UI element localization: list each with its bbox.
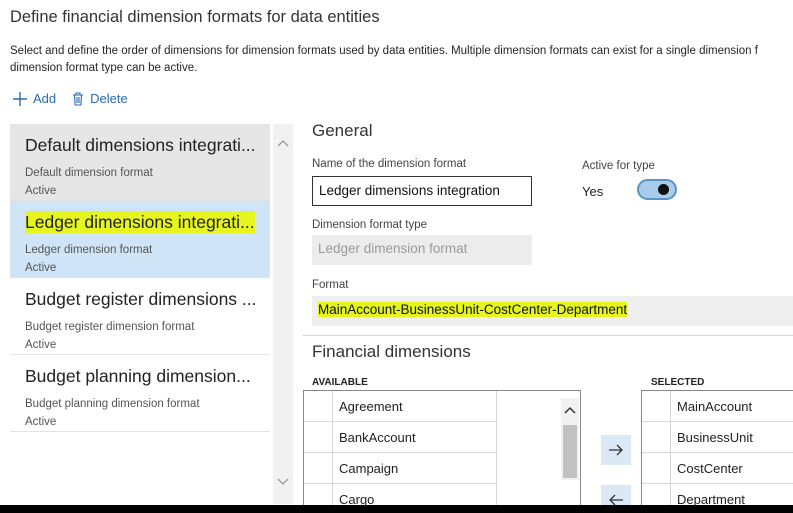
page-title: Define financial dimension formats for d… — [10, 8, 380, 26]
add-button[interactable]: Add — [13, 91, 56, 106]
list-item-type: Default dimension format — [25, 167, 153, 179]
list-item-budget-register[interactable]: Budget register dimensions ... Budget re… — [10, 278, 270, 355]
list-item-title: Budget planning dimension... — [25, 366, 251, 386]
format-type-label: Dimension format type — [312, 219, 428, 231]
list-scrollbar[interactable] — [273, 124, 293, 504]
table-row[interactable]: BankAccount — [304, 422, 497, 453]
page-description: Select and define the order of dimension… — [10, 43, 793, 77]
list-item-type: Budget register dimension format — [25, 321, 195, 333]
format-field: MainAccount-BusinessUnit-CostCenter-Depa… — [312, 296, 793, 326]
selected-item: BusinessUnit — [677, 429, 753, 445]
name-label: Name of the dimension format — [312, 158, 467, 170]
chevron-down-icon[interactable] — [277, 478, 289, 486]
available-item: BankAccount — [333, 422, 497, 452]
general-section-title: General — [312, 121, 373, 140]
row-selector[interactable] — [642, 391, 671, 421]
active-for-type-label: Active for type — [582, 160, 655, 172]
table-row[interactable]: Campaign — [304, 453, 497, 484]
section-divider — [302, 335, 793, 336]
list-item-title: Ledger dimensions integrati... — [25, 211, 255, 233]
add-icon — [13, 91, 27, 106]
table-row[interactable]: CostCenter — [642, 453, 793, 484]
arrow-right-icon — [609, 444, 623, 456]
name-field[interactable]: Ledger dimensions integration — [312, 176, 532, 206]
list-item-status: Active — [25, 339, 57, 351]
row-selector[interactable] — [304, 422, 333, 452]
scrollbar-thumb[interactable] — [563, 425, 577, 478]
list-item-default-dimensions[interactable]: Default dimensions integrati... Default … — [10, 124, 270, 201]
row-selector[interactable] — [304, 453, 333, 483]
chevron-up-icon[interactable] — [564, 406, 576, 414]
list-item-type: Ledger dimension format — [25, 244, 153, 256]
dimension-format-list: Default dimensions integrati... Default … — [10, 124, 270, 432]
action-bar: Add Delete — [13, 91, 128, 106]
bottom-edge-bar — [0, 505, 793, 513]
available-header: AVAILABLE — [312, 377, 368, 388]
toggle-knob — [658, 184, 669, 195]
selected-header: SELECTED — [651, 377, 705, 388]
list-item-title: Budget register dimensions ... — [25, 289, 257, 309]
list-item-status: Active — [25, 416, 57, 428]
row-selector[interactable] — [304, 391, 333, 421]
table-row[interactable]: MainAccount — [642, 391, 793, 422]
delete-button-label: Delete — [90, 91, 128, 106]
selected-item: MainAccount — [677, 398, 753, 414]
list-item-status: Active — [25, 262, 57, 274]
available-grid: Agreement BankAccount Campaign Cargo — [303, 390, 581, 508]
list-item-title: Default dimensions integrati... — [25, 135, 256, 155]
format-label: Format — [312, 279, 349, 291]
list-item-ledger-dimensions[interactable]: Ledger dimensions integrati... Ledger di… — [10, 201, 270, 278]
active-value: Yes — [582, 184, 604, 199]
selected-item: CostCenter — [677, 460, 743, 476]
available-item: Campaign — [333, 453, 497, 483]
delete-button[interactable]: Delete — [72, 91, 128, 106]
move-right-button[interactable] — [601, 435, 631, 465]
list-item-type: Budget planning dimension format — [25, 398, 200, 410]
table-row[interactable]: BusinessUnit — [642, 422, 793, 453]
format-type-field: Ledger dimension format — [312, 235, 532, 265]
format-value: MainAccount-BusinessUnit-CostCenter-Depa… — [318, 302, 628, 317]
active-toggle[interactable] — [637, 179, 677, 200]
description-line-2: dimension format type can be active. — [10, 62, 198, 74]
available-item: Agreement — [333, 391, 497, 421]
available-scrollbar[interactable] — [561, 398, 579, 480]
financial-dimensions-title: Financial dimensions — [312, 342, 471, 361]
add-button-label: Add — [33, 91, 57, 106]
table-row[interactable]: Agreement — [304, 391, 497, 422]
chevron-up-icon[interactable] — [277, 139, 289, 147]
row-selector[interactable] — [642, 422, 671, 452]
list-item-status: Active — [25, 185, 57, 197]
list-item-budget-planning[interactable]: Budget planning dimension... Budget plan… — [10, 355, 270, 432]
row-selector[interactable] — [642, 453, 671, 483]
delete-icon — [73, 91, 84, 106]
selected-grid: MainAccount BusinessUnit CostCenter Depa… — [641, 390, 793, 508]
description-line-1: Select and define the order of dimension… — [10, 45, 758, 57]
